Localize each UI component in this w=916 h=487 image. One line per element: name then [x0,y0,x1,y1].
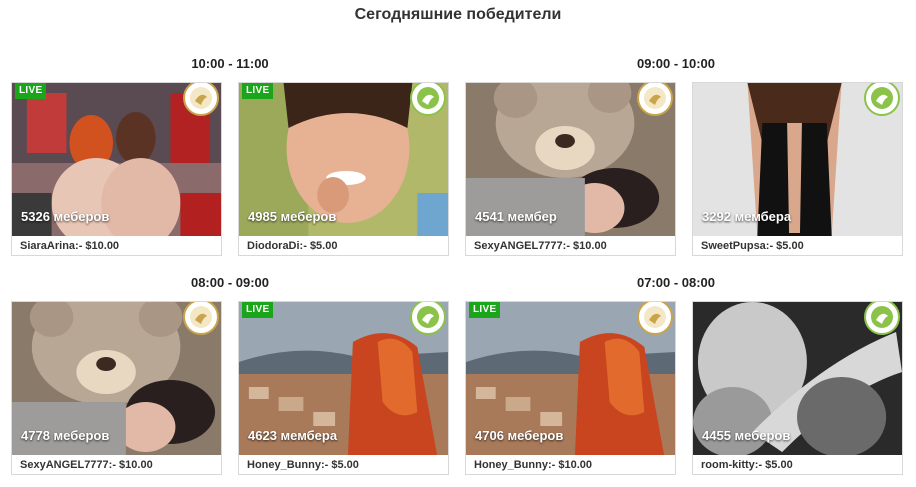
thumbnail[interactable]: 4541 мембер [466,83,675,236]
time-slot-label: 08:00 - 09:00 [190,275,270,290]
live-badge: LIVE [469,302,501,318]
winner-caption[interactable]: DiodoraDi:- $5.00 [239,236,448,255]
time-slot-label: 07:00 - 08:00 [636,275,716,290]
thumbnail[interactable]: 3292 мембера [693,83,902,236]
time-slot-label: 09:00 - 10:00 [636,56,716,71]
winner-card[interactable]: LIVE 5326 меберов SiaraArina:- $10.00 [11,82,222,256]
winner-card[interactable]: LIVE 4706 меберов Honey_Bunny:- $10.00 [465,301,676,475]
thumbnail[interactable]: LIVE 5326 меберов [12,83,221,236]
winner-caption[interactable]: SweetPupsa:- $5.00 [693,236,902,255]
members-count: 4778 меберов [21,428,110,443]
members-count: 4541 мембер [475,209,557,224]
winner-caption[interactable]: SexyANGEL7777:- $10.00 [12,455,221,474]
winner-caption[interactable]: Honey_Bunny:- $5.00 [239,455,448,474]
members-count: 4623 мембера [248,428,338,443]
live-badge: LIVE [15,83,47,99]
winner-card[interactable]: 4541 мембер SexyANGEL7777:- $10.00 [465,82,676,256]
thumbnail[interactable]: LIVE 4985 меберов [239,83,448,236]
winner-caption[interactable]: SiaraArina:- $10.00 [12,236,221,255]
winner-caption[interactable]: SexyANGEL7777:- $10.00 [466,236,675,255]
winner-card[interactable]: LIVE 4623 мембера Honey_Bunny:- $5.00 [238,301,449,475]
time-slot-label: 10:00 - 11:00 [191,56,269,71]
thumbnail[interactable]: LIVE 4706 меберов [466,302,675,455]
live-badge: LIVE [242,302,274,318]
winner-card[interactable]: LIVE 4985 меберов DiodoraDi:- $5.00 [238,82,449,256]
thumbnail[interactable]: 4778 меберов [12,302,221,455]
members-count: 3292 мембера [702,209,792,224]
winner-card[interactable]: 3292 мембера SweetPupsa:- $5.00 [692,82,903,256]
winner-caption[interactable]: Honey_Bunny:- $10.00 [466,455,675,474]
winner-caption[interactable]: room-kitty:- $5.00 [693,455,902,474]
members-count: 4985 меберов [248,209,337,224]
members-count: 5326 меберов [21,209,110,224]
page-title: Сегодняшние победители [354,6,562,23]
thumbnail[interactable]: 4455 меберов [693,302,902,455]
winner-card[interactable]: 4455 меберов room-kitty:- $5.00 [692,301,903,475]
members-count: 4706 меберов [475,428,564,443]
members-count: 4455 меберов [702,428,791,443]
thumbnail[interactable]: LIVE 4623 мембера [239,302,448,455]
winner-card[interactable]: 4778 меберов SexyANGEL7777:- $10.00 [11,301,222,475]
live-badge: LIVE [242,83,274,99]
